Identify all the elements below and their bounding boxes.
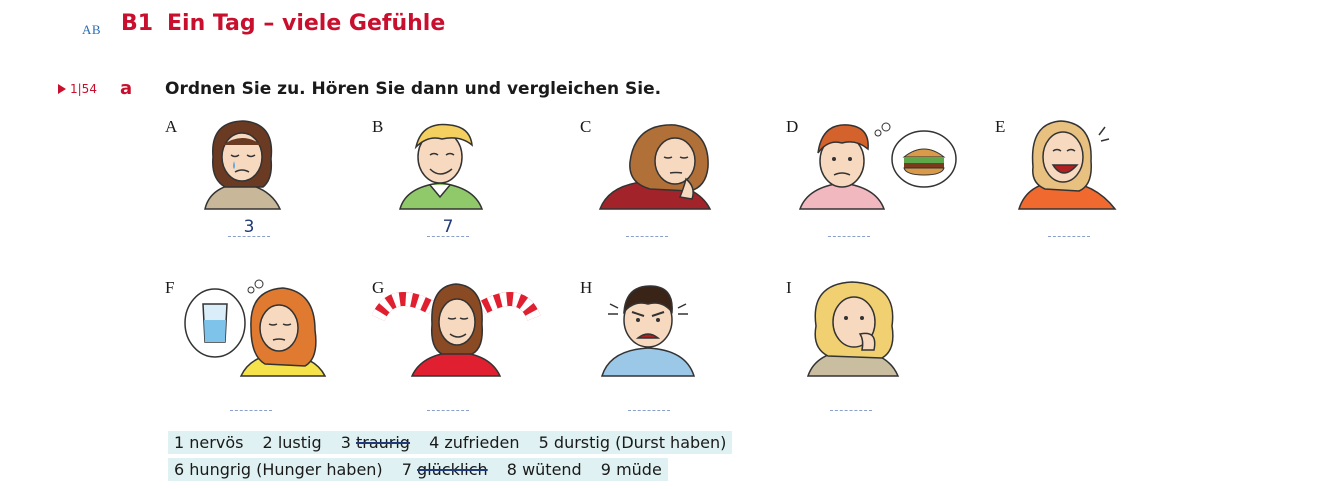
- answer-b[interactable]: 7: [427, 218, 469, 237]
- word-bank-item-struck: 3 traurig: [340, 433, 410, 452]
- picture-f: F: [165, 278, 345, 398]
- content-woman-icon: [372, 283, 541, 377]
- word-bank-line-1: 1 nervös 2 lustig 3 traurig 4 zufrieden …: [168, 431, 733, 454]
- picture-d: D: [786, 117, 966, 237]
- picture-c: C: [580, 117, 760, 237]
- picture-i: I: [786, 278, 966, 398]
- play-icon[interactable]: [58, 84, 66, 94]
- picture-g: G: [372, 278, 552, 398]
- audio-track[interactable]: 1|54: [58, 82, 97, 96]
- answer-h[interactable]: [628, 392, 670, 411]
- angry-man-icon: [600, 285, 696, 377]
- laughing-woman-icon: [1017, 120, 1117, 210]
- word-bank-item: 2 lustig: [262, 433, 322, 452]
- word-bank-item: 8 wütend: [506, 460, 582, 479]
- word-bank-line-2: 6 hungrig (Hunger haben) 7 glücklich 8 w…: [168, 458, 668, 481]
- word-bank-item: 6 hungrig (Hunger haben): [174, 460, 383, 479]
- tired-woman-icon: [598, 124, 712, 210]
- sad-woman-icon: [204, 120, 282, 210]
- word-bank-item: 9 müde: [600, 460, 662, 479]
- ab-tag: AB: [82, 22, 102, 37]
- section-title: Ein Tag – viele Gefühle: [167, 11, 446, 36]
- answer-c[interactable]: [626, 218, 668, 237]
- hungry-man-icon: [798, 122, 957, 210]
- task-instruction: Ordnen Sie zu. Hören Sie dann und vergle…: [165, 79, 662, 99]
- nervous-woman-icon: [806, 281, 900, 377]
- word-bank: 1 nervös 2 lustig 3 traurig 4 zufrieden …: [168, 431, 733, 485]
- task-letter: a: [120, 78, 133, 99]
- word-bank-item: 5 durstig (Durst haben): [538, 433, 727, 452]
- picture-h: H: [580, 278, 760, 398]
- answer-f[interactable]: [230, 392, 272, 411]
- word-bank-item: 1 nervös: [174, 433, 244, 452]
- thirsty-woman-icon: [184, 279, 327, 377]
- word-bank-item-struck: 7 glücklich: [401, 460, 488, 479]
- word-bank-item: 4 zufrieden: [429, 433, 520, 452]
- happy-man-icon: [399, 123, 484, 210]
- section-code: B1: [121, 11, 154, 36]
- answer-e[interactable]: [1048, 218, 1090, 237]
- answer-g[interactable]: [427, 392, 469, 411]
- answer-i[interactable]: [830, 392, 872, 411]
- answer-d[interactable]: [828, 218, 870, 237]
- answer-a[interactable]: 3: [228, 218, 270, 237]
- track-number: 1|54: [70, 82, 97, 96]
